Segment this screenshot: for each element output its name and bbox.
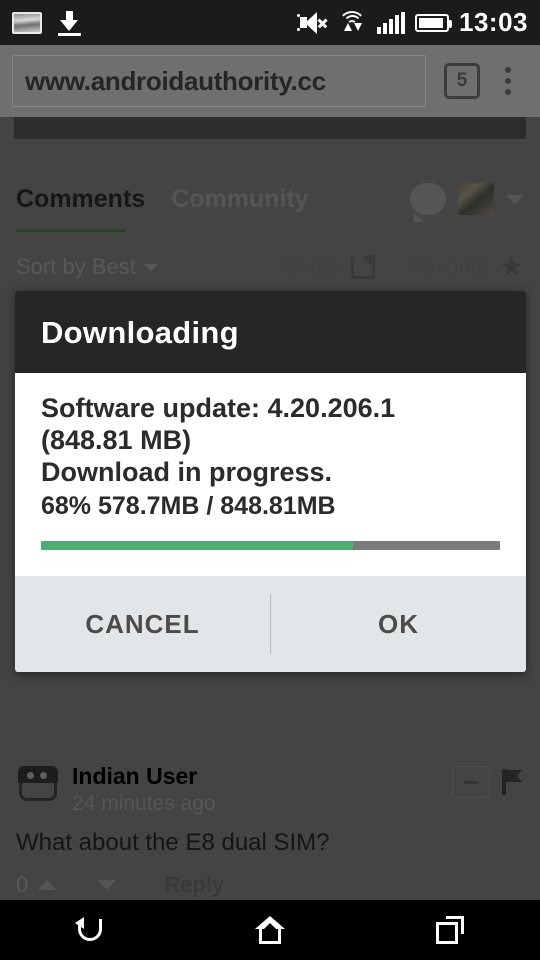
home-icon: [255, 916, 285, 944]
overflow-menu-icon[interactable]: [488, 67, 528, 95]
back-icon: [75, 917, 105, 943]
signal-icon: [377, 11, 405, 34]
battery-icon: [415, 13, 452, 32]
tab-count-button[interactable]: 5: [444, 63, 480, 99]
status-bar-left: [12, 10, 82, 36]
status-bar: 13:03: [0, 0, 540, 45]
dialog-status-text: Download in progress.: [41, 456, 333, 487]
screenshot-icon: [12, 11, 42, 34]
url-text: www.androidauthority.cc: [25, 65, 326, 96]
phone-screen: 13:03 www.androidauthority.cc 5 Comments…: [0, 0, 540, 960]
browser-toolbar: www.androidauthority.cc 5: [0, 45, 540, 117]
android-nav-bar: [0, 900, 540, 960]
dialog-button-row: CANCEL OK: [15, 576, 526, 673]
dialog-body: Software update: 4.20.206.1 (848.81 MB) …: [15, 373, 526, 577]
ok-button[interactable]: OK: [271, 576, 526, 672]
dialog-progress-text: 68% 578.7MB / 848.81MB: [41, 491, 336, 520]
dialog-title-bar: Downloading: [15, 291, 526, 373]
progress-bar: [41, 541, 500, 551]
dialog-update-size: (848.81 MB): [41, 424, 192, 455]
url-bar[interactable]: www.androidauthority.cc: [12, 55, 426, 107]
status-bar-right: 13:03: [297, 7, 528, 38]
wifi-icon: [337, 10, 367, 36]
volume-mute-icon: [297, 11, 328, 35]
back-button[interactable]: [55, 900, 125, 960]
cancel-button[interactable]: CANCEL: [15, 576, 270, 672]
dialog-update-version: Software update: 4.20.206.1: [41, 393, 396, 423]
home-button[interactable]: [235, 900, 305, 960]
progress-bar-fill: [41, 541, 354, 551]
recents-button[interactable]: [415, 900, 485, 960]
status-bar-clock: 13:03: [459, 7, 528, 37]
dialog-title: Downloading: [41, 315, 239, 350]
download-icon: [56, 10, 82, 36]
recents-icon: [436, 916, 464, 944]
download-dialog: Downloading Software update: 4.20.206.1 …: [15, 291, 526, 673]
